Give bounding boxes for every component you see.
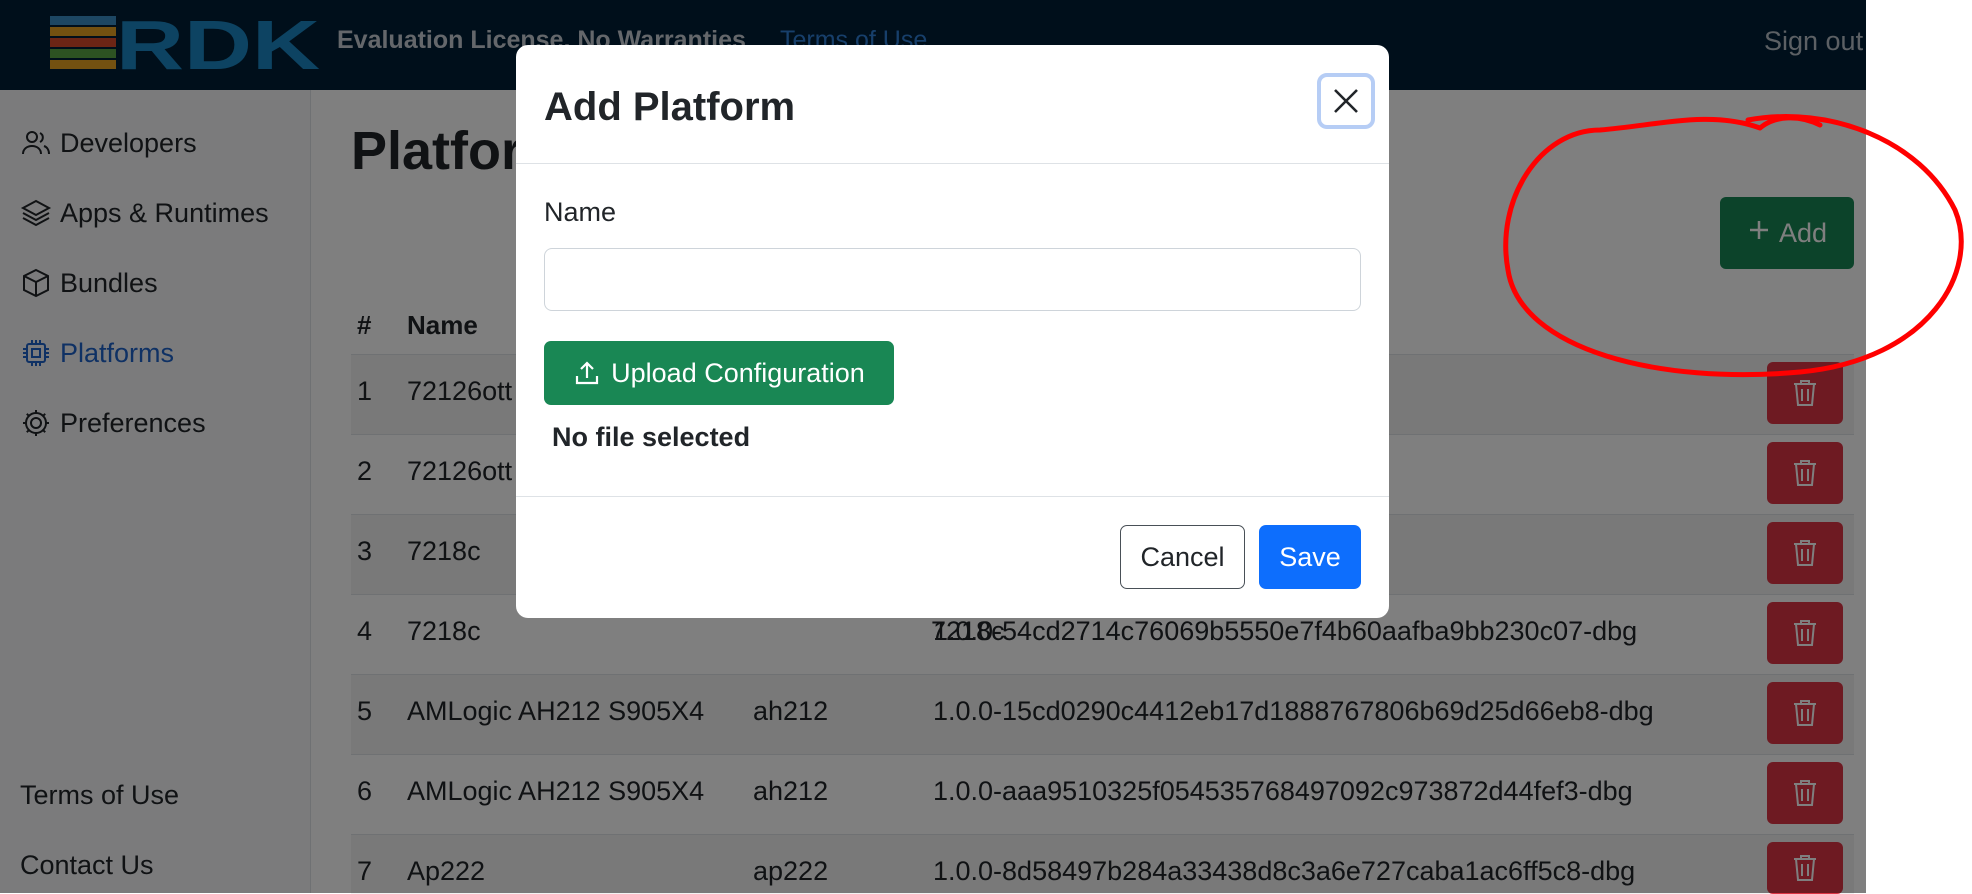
name-label: Name: [544, 197, 617, 227]
upload-configuration-button[interactable]: Upload Configuration: [544, 341, 894, 405]
dialog-title: Add Platform: [544, 85, 796, 129]
close-icon: [1334, 89, 1358, 113]
save-button[interactable]: Save: [1259, 525, 1361, 589]
upload-button-label: Upload Configuration: [611, 357, 865, 388]
dialog-header-divider: [516, 163, 1389, 164]
name-input[interactable]: [544, 248, 1361, 311]
close-button[interactable]: [1317, 73, 1375, 129]
upload-icon: [576, 361, 599, 385]
cancel-button[interactable]: Cancel: [1120, 525, 1245, 589]
add-platform-dialog: Add Platform Name Upload Configuration N…: [516, 45, 1389, 618]
red-circle-annotation: [1503, 114, 1964, 378]
file-status-text: No file selected: [552, 422, 751, 452]
dialog-footer-divider: [516, 496, 1389, 497]
